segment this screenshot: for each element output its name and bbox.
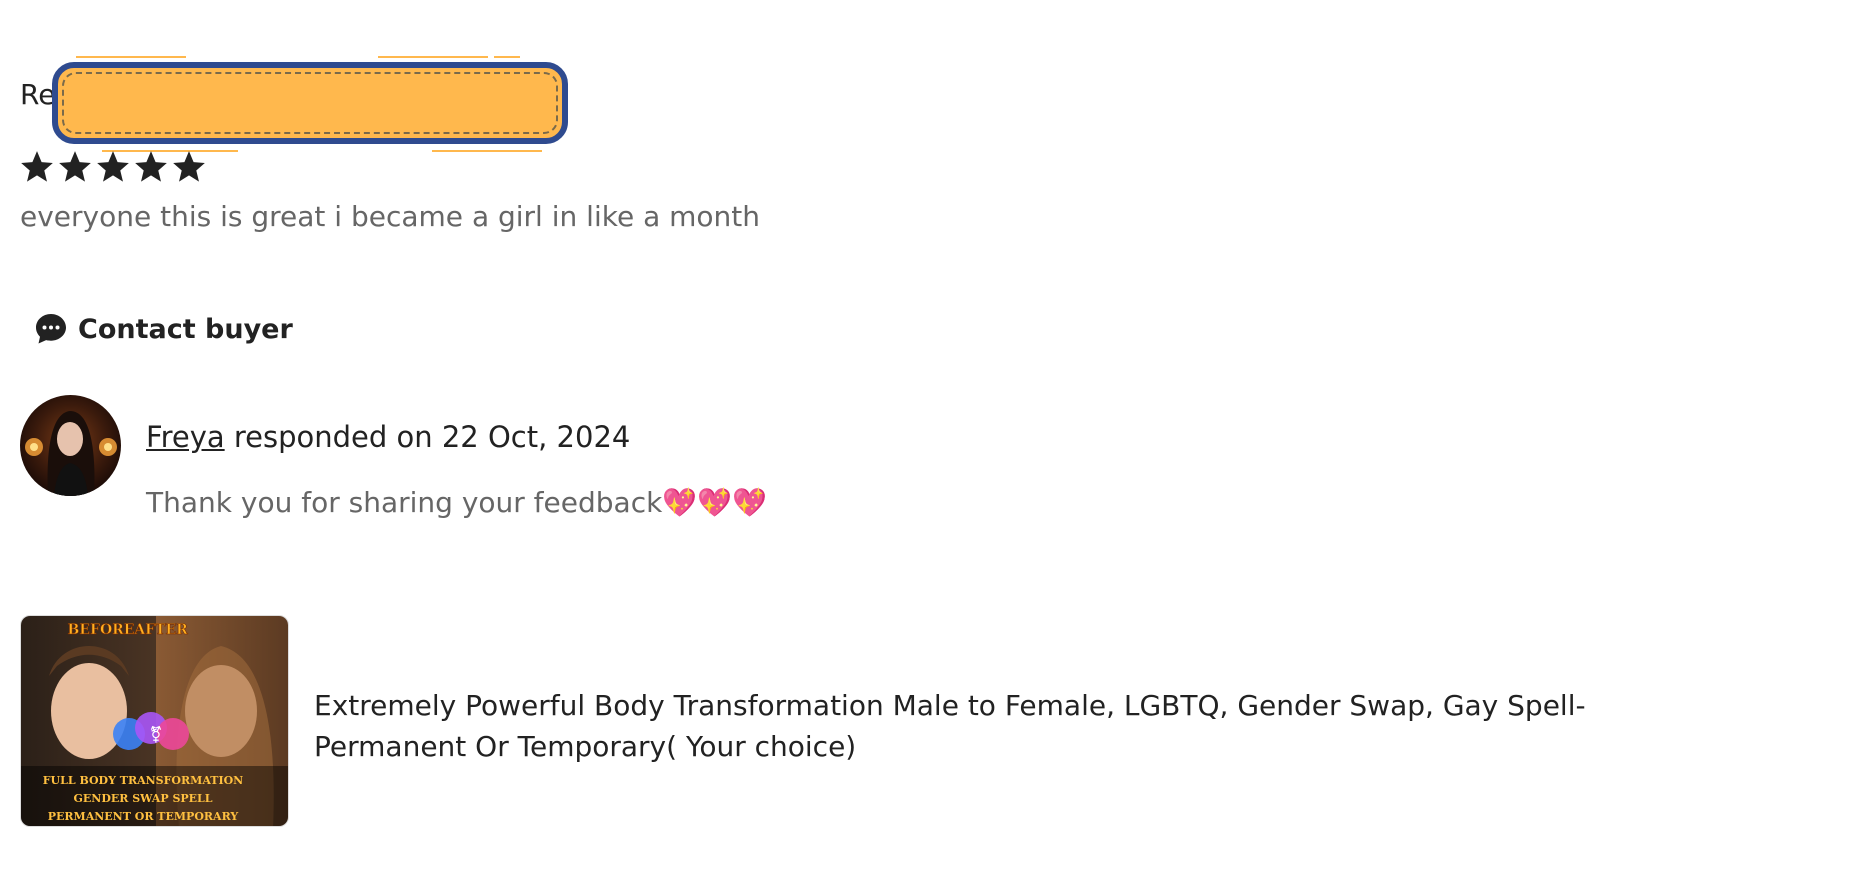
star-icon: [59, 151, 91, 182]
svg-text:⚧: ⚧: [149, 725, 162, 744]
redaction-mark: [378, 56, 488, 58]
product-image: ⚧ BEFORE AFTER FULL BODY TRANSFORMATION …: [21, 616, 288, 826]
redaction-mark: [76, 56, 186, 58]
seller-name-link[interactable]: Freya: [146, 420, 225, 454]
redacted-buyer-name: [52, 62, 568, 144]
review-text: everyone this is great i became a girl i…: [20, 200, 761, 233]
chat-bubble-icon: [36, 314, 66, 344]
contact-buyer-label: Contact buyer: [78, 313, 293, 345]
response-line: Freya responded on 22 Oct, 2024: [146, 420, 630, 454]
response-message: Thank you for sharing your feedback💖💖💖: [146, 486, 767, 519]
star-rating: [18, 146, 208, 188]
star-icon: [173, 151, 205, 182]
product-thumbnail[interactable]: ⚧ BEFORE AFTER FULL BODY TRANSFORMATION …: [20, 615, 289, 827]
svg-text:FULL BODY TRANSFORMATION: FULL BODY TRANSFORMATION: [43, 774, 243, 787]
thumb-before-after-text: BEFORE: [68, 622, 135, 638]
avatar-image: [20, 395, 121, 496]
contact-buyer-button[interactable]: Contact buyer: [34, 312, 293, 346]
svg-text:PERMANENT OR TEMPORARY: PERMANENT OR TEMPORARY: [48, 810, 239, 823]
svg-text:GENDER SWAP SPELL: GENDER SWAP SPELL: [73, 792, 212, 805]
product-title-link[interactable]: Extremely Powerful Body Transformation M…: [314, 685, 1634, 767]
seller-avatar[interactable]: [20, 395, 121, 496]
svg-text:AFTER: AFTER: [133, 622, 188, 638]
review-label: Re: [20, 78, 56, 111]
responded-date-text: responded on 22 Oct, 2024: [224, 420, 631, 454]
star-icon: [21, 151, 53, 182]
redaction-mark: [432, 150, 542, 152]
redaction-mark: [494, 56, 520, 58]
star-icon: [97, 151, 129, 182]
star-icon: [135, 151, 167, 182]
